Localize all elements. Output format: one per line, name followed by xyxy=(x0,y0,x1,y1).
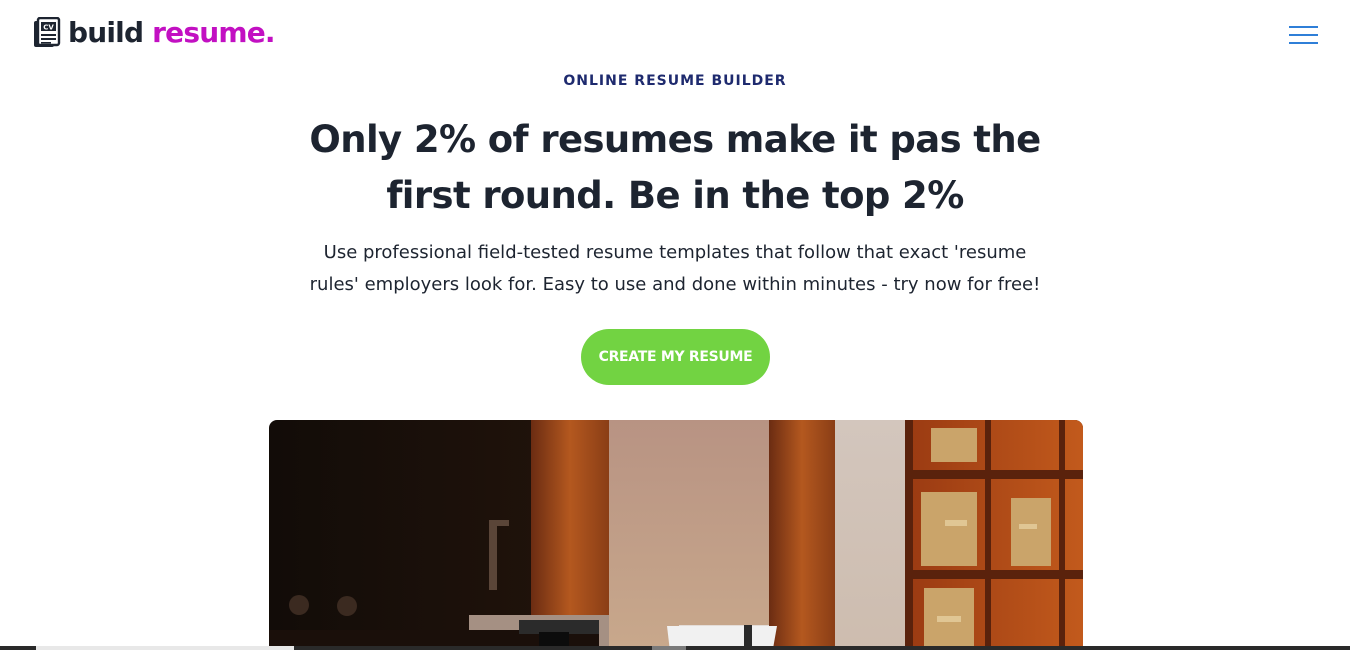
bottom-browser-bar xyxy=(0,646,1350,650)
bottom-bar-segment xyxy=(36,646,294,650)
hero-headline: Only 2% of resumes make it pas the first… xyxy=(270,112,1080,224)
hero-subtext: Use professional field-tested resume tem… xyxy=(270,237,1080,301)
create-resume-button[interactable]: CREATE MY RESUME xyxy=(581,329,770,385)
menu-line xyxy=(1289,26,1318,28)
brand-name: build resume. xyxy=(68,16,276,50)
menu-line xyxy=(1289,34,1318,36)
bottom-bar-segment xyxy=(652,646,686,650)
hero-photo xyxy=(269,420,1083,650)
brand-logo[interactable]: CV build resume. xyxy=(33,16,276,50)
menu-line xyxy=(1289,42,1318,44)
headline-line-2: first round. Be in the top 2% xyxy=(386,174,964,217)
subtext-line-1: Use professional field-tested resume tem… xyxy=(323,242,1027,263)
headline-line-1: Only 2% of resumes make it pas the xyxy=(309,118,1041,161)
brand-word-build: build xyxy=(68,16,144,49)
cv-document-icon: CV xyxy=(33,16,61,49)
svg-text:CV: CV xyxy=(43,24,54,32)
hero-eyebrow: ONLINE RESUME BUILDER xyxy=(563,73,787,89)
site-header: CV build resume. xyxy=(0,0,1350,68)
brand-word-resume: resume. xyxy=(152,16,275,49)
subtext-line-2: rules' employers look for. Easy to use a… xyxy=(309,274,1041,295)
hamburger-menu-icon[interactable] xyxy=(1289,24,1319,46)
